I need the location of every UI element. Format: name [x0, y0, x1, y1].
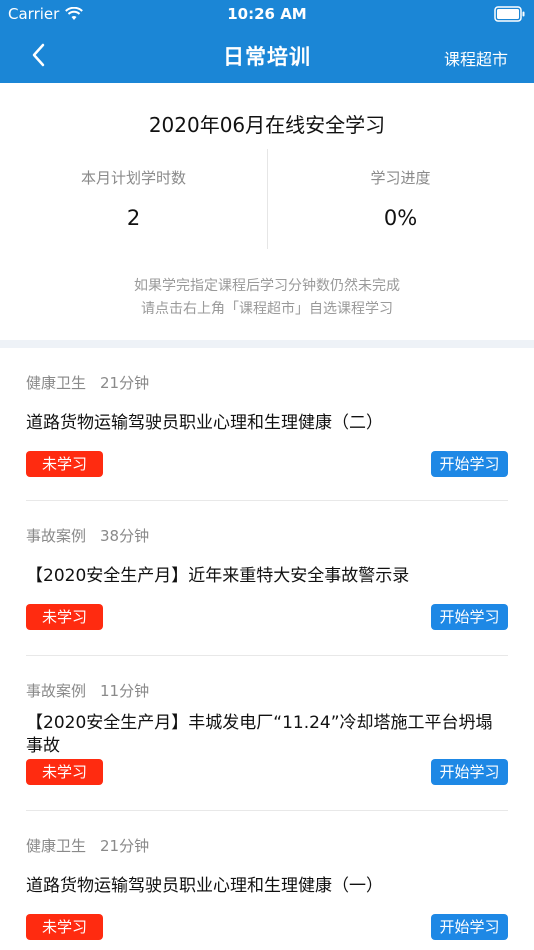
- course-title[interactable]: 道路货物运输驾驶员职业心理和生理健康（一）: [26, 875, 508, 898]
- start-study-button[interactable]: 开始学习: [431, 451, 508, 477]
- progress-label: 学习进度: [370, 169, 431, 187]
- course-category: 健康卫生: [26, 374, 87, 392]
- progress-stat: 学习进度 0%: [267, 167, 534, 230]
- course-duration: 21分钟: [100, 837, 150, 855]
- course-category: 健康卫生: [26, 837, 87, 855]
- course-title[interactable]: 【2020安全生产月】近年来重特大安全事故警示录: [26, 565, 508, 588]
- course-title[interactable]: 道路货物运输驾驶员职业心理和生理健康（二）: [26, 412, 508, 435]
- status-bar: Carrier 10:26 AM: [0, 0, 534, 28]
- course-meta: 健康卫生 21分钟: [26, 835, 149, 856]
- hint-line-2: 请点击右上角「课程超市」自选课程学习: [141, 301, 393, 317]
- start-study-button[interactable]: 开始学习: [431, 759, 508, 785]
- course-category: 事故案例: [26, 682, 87, 700]
- course-meta: 健康卫生 21分钟: [26, 372, 149, 393]
- battery-icon: [494, 6, 525, 22]
- course-duration: 11分钟: [100, 682, 150, 700]
- section-divider: [0, 340, 534, 348]
- course-market-link[interactable]: 课程超市: [444, 46, 508, 70]
- unstudied-badge: 未学习: [26, 604, 103, 630]
- unstudied-badge: 未学习: [26, 914, 103, 940]
- course-meta: 事故案例 11分钟: [26, 680, 149, 701]
- course-item: 健康卫生 21分钟 道路货物运输驾驶员职业心理和生理健康（一） 未学习 开始学习: [26, 811, 508, 950]
- course-duration: 21分钟: [100, 374, 150, 392]
- start-study-button[interactable]: 开始学习: [431, 914, 508, 940]
- nav-bar: 日常培训 课程超市: [0, 28, 534, 83]
- planned-hours-label: 本月计划学时数: [80, 169, 186, 187]
- study-summary: 2020年06月在线安全学习 本月计划学时数 2 学习进度 0% 如果学完指定课…: [0, 83, 534, 340]
- clock: 10:26 AM: [227, 5, 307, 23]
- course-list: 健康卫生 21分钟 道路货物运输驾驶员职业心理和生理健康（二） 未学习 开始学习 …: [0, 348, 534, 950]
- course-duration: 38分钟: [100, 527, 150, 545]
- unstudied-badge: 未学习: [26, 451, 103, 477]
- course-meta: 事故案例 38分钟: [26, 525, 149, 546]
- unstudied-badge: 未学习: [26, 759, 103, 785]
- progress-value: 0%: [383, 206, 418, 230]
- start-study-button[interactable]: 开始学习: [431, 604, 508, 630]
- course-item: 事故案例 11分钟 【2020安全生产月】丰城发电厂“11.24”冷却塔施工平台坍…: [26, 656, 508, 811]
- course-category: 事故案例: [26, 527, 87, 545]
- course-item: 健康卫生 21分钟 道路货物运输驾驶员职业心理和生理健康（二） 未学习 开始学习: [26, 348, 508, 501]
- app-header: Carrier 10:26 AM 日常培训 课程超市: [0, 0, 534, 83]
- hint-text: 如果学完指定课程后学习分钟数仍然未完成 请点击右上角「课程超市」自选课程学习: [0, 275, 534, 321]
- planned-hours-stat: 本月计划学时数 2: [0, 167, 267, 230]
- planned-hours-value: 2: [126, 206, 141, 230]
- hint-line-1: 如果学完指定课程后学习分钟数仍然未完成: [134, 278, 400, 294]
- course-title[interactable]: 【2020安全生产月】丰城发电厂“11.24”冷却塔施工平台坍塌事故: [26, 712, 508, 758]
- plan-title: 2020年06月在线安全学习: [148, 113, 386, 137]
- course-item: 事故案例 38分钟 【2020安全生产月】近年来重特大安全事故警示录 未学习 开始…: [26, 501, 508, 656]
